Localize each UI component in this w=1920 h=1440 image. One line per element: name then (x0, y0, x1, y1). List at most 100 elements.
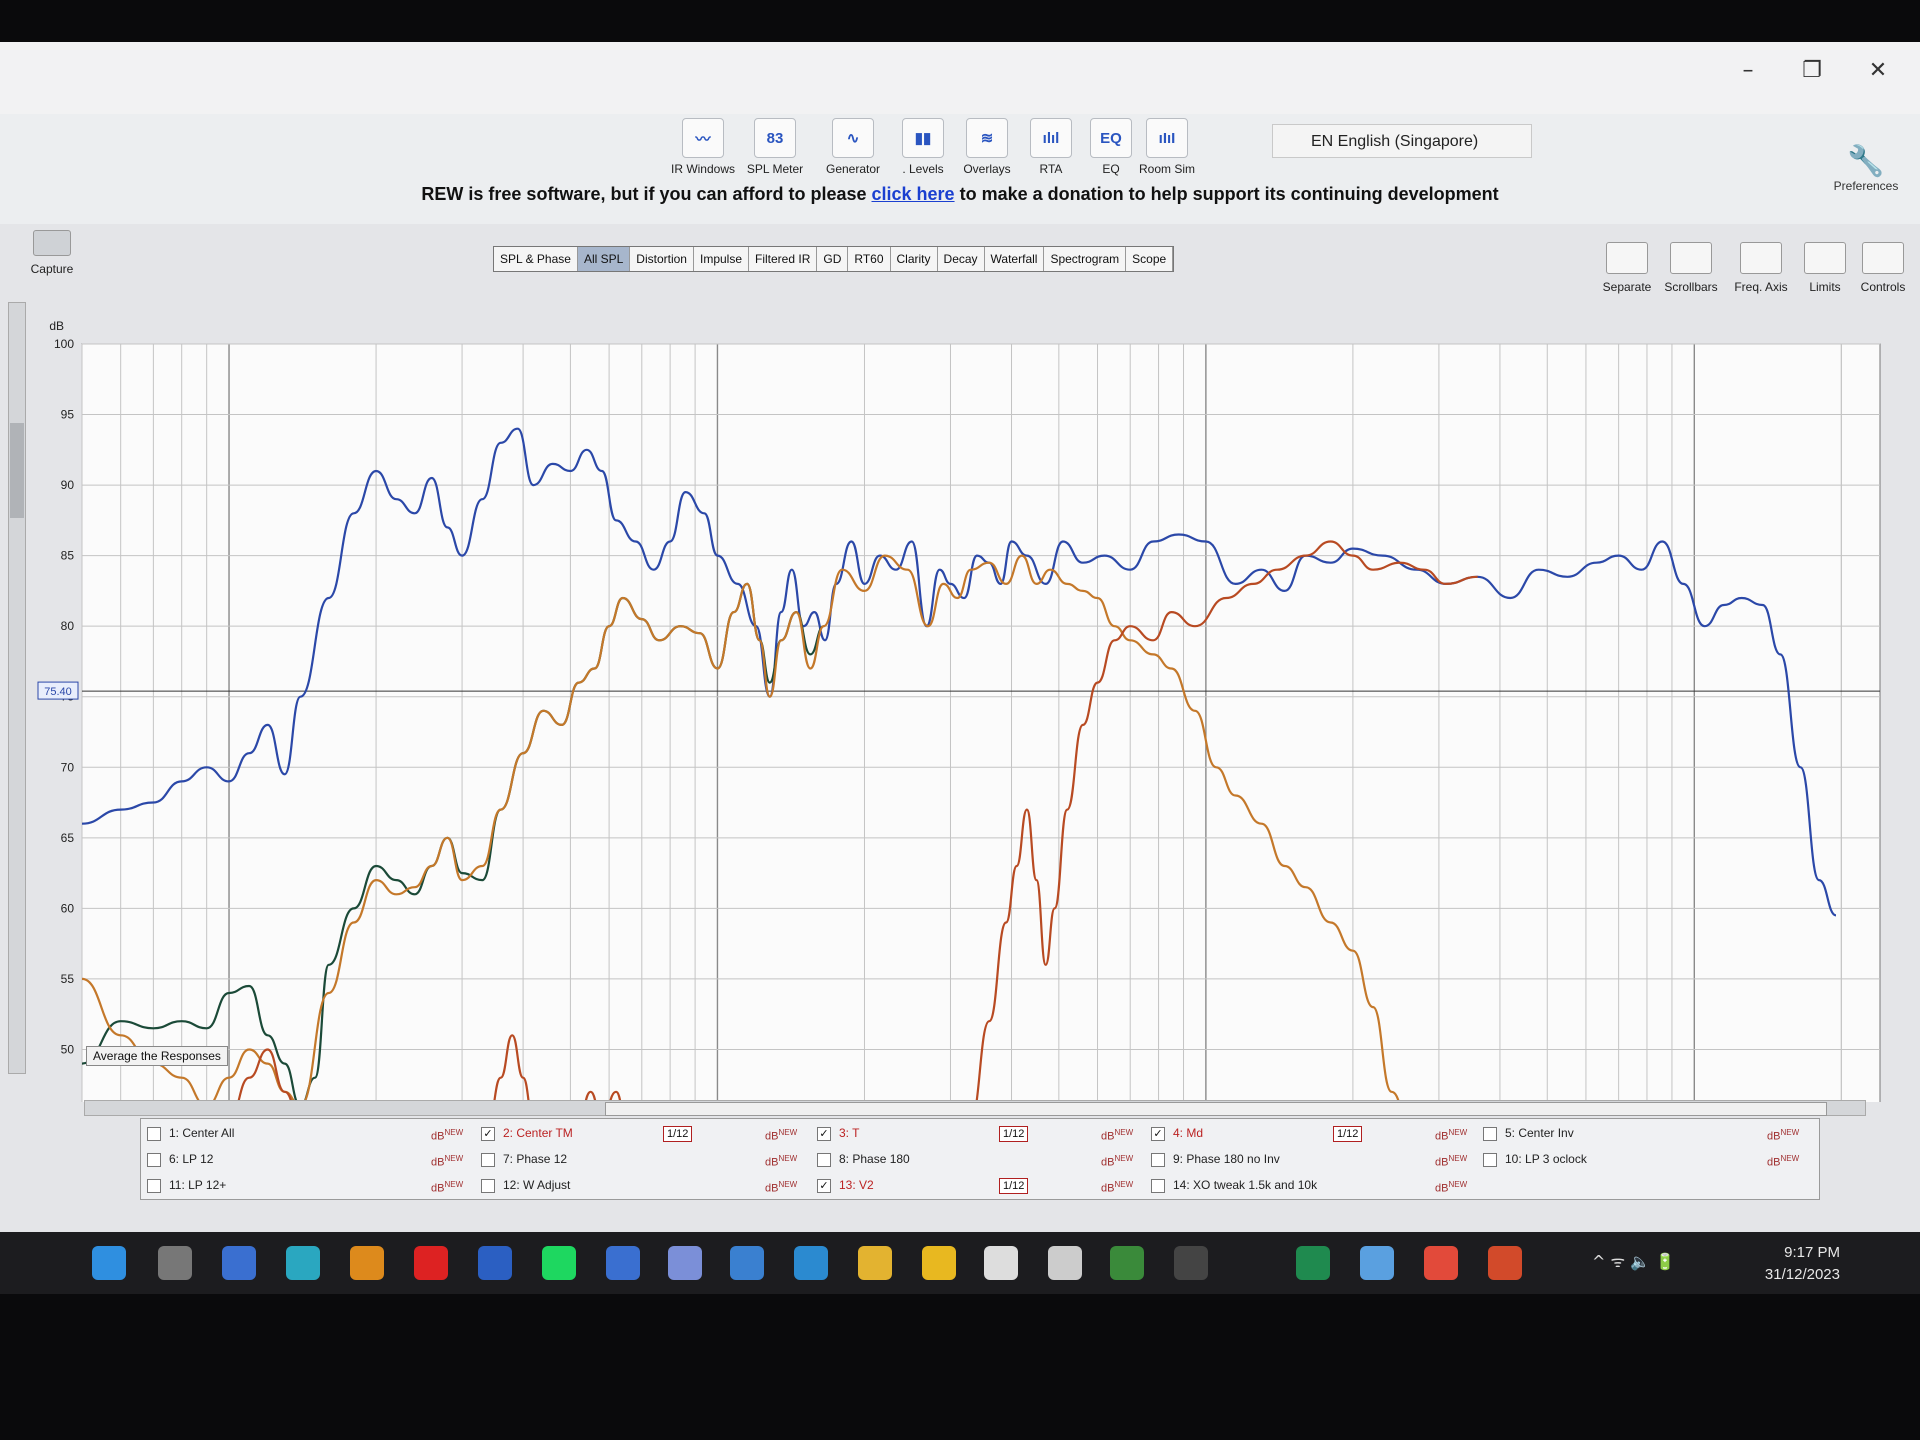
close-button[interactable]: ✕ (1858, 56, 1898, 86)
tab-scope[interactable]: Scope (1126, 247, 1174, 271)
ir-windows-button[interactable]: 〰 IR Windows (664, 114, 742, 176)
room-sim-button[interactable]: ıIıI Room Sim (1128, 114, 1206, 176)
rew-icon[interactable] (730, 1246, 764, 1280)
db-new-label[interactable]: dBNEW (1101, 1175, 1133, 1195)
media-player-icon[interactable] (794, 1246, 828, 1280)
file-explorer-icon[interactable] (858, 1246, 892, 1280)
smoothing-badge[interactable]: 1/12 (663, 1126, 693, 1142)
measurement-checkbox[interactable] (1151, 1152, 1165, 1167)
measurement-checkbox[interactable] (481, 1178, 495, 1193)
horizontal-scrollbar[interactable] (84, 1100, 1866, 1116)
measurement-item[interactable]: 2: Center TM (481, 1123, 573, 1143)
windows-start-icon[interactable] (92, 1246, 126, 1280)
measurement-item[interactable]: 3: T (817, 1123, 859, 1143)
db-new-label[interactable]: dBNEW (1435, 1123, 1467, 1143)
sticky-notes-icon[interactable] (922, 1246, 956, 1280)
db-new-label[interactable]: dBNEW (431, 1123, 463, 1143)
clock[interactable]: 9:17 PM 31/12/2023 (1720, 1242, 1840, 1286)
measurement-item[interactable]: 8: Phase 180 (817, 1149, 910, 1169)
spl-meter-button[interactable]: 83 SPL Meter (736, 114, 814, 176)
tab-impulse[interactable]: Impulse (694, 247, 750, 271)
app-l-icon[interactable] (606, 1246, 640, 1280)
measurement-item[interactable]: 13: V2 (817, 1175, 874, 1195)
db-new-label[interactable]: dBNEW (1767, 1123, 1799, 1143)
horizontal-scroll-thumb[interactable] (605, 1102, 1827, 1116)
capture-button[interactable]: Capture (22, 230, 82, 276)
donation-link[interactable]: click here (872, 184, 955, 204)
measurement-item[interactable]: 12: W Adjust (481, 1175, 570, 1195)
tab-decay[interactable]: Decay (938, 247, 985, 271)
generator-button[interactable]: ∿ Generator (814, 114, 892, 176)
measurement-item[interactable]: 1: Center All (147, 1123, 234, 1143)
smoothing-badge[interactable]: 1/12 (999, 1178, 1029, 1194)
audio-app-icon[interactable] (1424, 1246, 1458, 1280)
plot-area[interactable] (81, 343, 1881, 1102)
restore-button[interactable]: ❐ (1792, 56, 1832, 86)
tab-clarity[interactable]: Clarity (891, 247, 938, 271)
spl-chart[interactable]: 4550556065707580859095100dB75.4067891020… (0, 272, 1920, 1102)
measurement-item[interactable]: 5: Center Inv (1483, 1123, 1574, 1143)
measurement-checkbox[interactable] (481, 1152, 495, 1167)
tab-waterfall[interactable]: Waterfall (985, 247, 1045, 271)
tab-gd[interactable]: GD (817, 247, 849, 271)
measurement-checkbox[interactable] (817, 1152, 831, 1167)
task-view-icon[interactable] (158, 1246, 192, 1280)
fox-app-icon[interactable] (984, 1246, 1018, 1280)
spotify-icon[interactable] (542, 1246, 576, 1280)
tab-filtered-ir[interactable]: Filtered IR (749, 247, 818, 271)
measurement-item[interactable]: 10: LP 3 oclock (1483, 1149, 1587, 1169)
measurement-checkbox[interactable] (147, 1126, 161, 1141)
word-icon[interactable] (478, 1246, 512, 1280)
measurement-item[interactable]: 4: Md (1151, 1123, 1203, 1143)
dsp-icon[interactable] (1048, 1246, 1082, 1280)
chrome-icon[interactable] (350, 1246, 384, 1280)
app-swirl-icon[interactable] (668, 1246, 702, 1280)
measurement-checkbox[interactable] (1151, 1178, 1165, 1193)
measurement-checkbox[interactable] (147, 1152, 161, 1167)
measurement-item[interactable]: 11: LP 12+ (147, 1175, 226, 1195)
db-new-label[interactable]: dBNEW (1767, 1149, 1799, 1169)
measurement-item[interactable]: 9: Phase 180 no Inv (1151, 1149, 1280, 1169)
db-new-label[interactable]: dBNEW (1435, 1175, 1467, 1195)
measurement-checkbox[interactable] (817, 1126, 831, 1141)
excel-icon[interactable] (1296, 1246, 1330, 1280)
tab-all-spl[interactable]: All SPL (577, 247, 631, 271)
average-responses-button[interactable]: Average the Responses (86, 1046, 228, 1066)
db-new-label[interactable]: dBNEW (1101, 1149, 1133, 1169)
opera-icon[interactable] (414, 1246, 448, 1280)
snipping-tool-icon[interactable] (1360, 1246, 1394, 1280)
app-pen-icon[interactable] (1174, 1246, 1208, 1280)
db-new-label[interactable]: dBNEW (431, 1175, 463, 1195)
measurement-checkbox[interactable] (817, 1178, 831, 1193)
measurement-checkbox[interactable] (1483, 1126, 1497, 1141)
scrollbars-icon (1670, 242, 1712, 274)
db-new-label[interactable]: dBNEW (1435, 1149, 1467, 1169)
tab-spectrogram[interactable]: Spectrogram (1044, 247, 1127, 271)
measurement-checkbox[interactable] (1151, 1126, 1165, 1141)
measurement-checkbox[interactable] (481, 1126, 495, 1141)
tab-distortion[interactable]: Distortion (630, 247, 694, 271)
db-new-label[interactable]: dBNEW (431, 1149, 463, 1169)
powerpoint-icon[interactable] (1488, 1246, 1522, 1280)
separate-icon (1606, 242, 1648, 274)
tab-rt60[interactable]: RT60 (848, 247, 891, 271)
measurement-item[interactable]: 6: LP 12 (147, 1149, 213, 1169)
db-new-label[interactable]: dBNEW (1101, 1123, 1133, 1143)
db-new-label[interactable]: dBNEW (765, 1175, 797, 1195)
smoothing-badge[interactable]: 1/12 (999, 1126, 1029, 1142)
measurement-item[interactable]: 14: XO tweak 1.5k and 10k (1151, 1175, 1317, 1195)
edge-icon[interactable] (286, 1246, 320, 1280)
wrench-icon: 🔧 (1847, 144, 1885, 179)
system-tray[interactable]: ^ ᯤ 🔈 🔋 (1592, 1250, 1675, 1272)
measurement-checkbox[interactable] (1483, 1152, 1497, 1167)
zoom-icon[interactable] (222, 1246, 256, 1280)
measurement-item[interactable]: 7: Phase 12 (481, 1149, 567, 1169)
language-selector[interactable]: EN English (Singapore) (1272, 124, 1532, 158)
measurement-checkbox[interactable] (147, 1178, 161, 1193)
db-new-label[interactable]: dBNEW (765, 1149, 797, 1169)
db-new-label[interactable]: dBNEW (765, 1123, 797, 1143)
minimize-button[interactable]: – (1728, 56, 1768, 86)
tab-spl-phase[interactable]: SPL & Phase (494, 247, 578, 271)
scope-app-icon[interactable] (1110, 1246, 1144, 1280)
smoothing-badge[interactable]: 1/12 (1333, 1126, 1363, 1142)
